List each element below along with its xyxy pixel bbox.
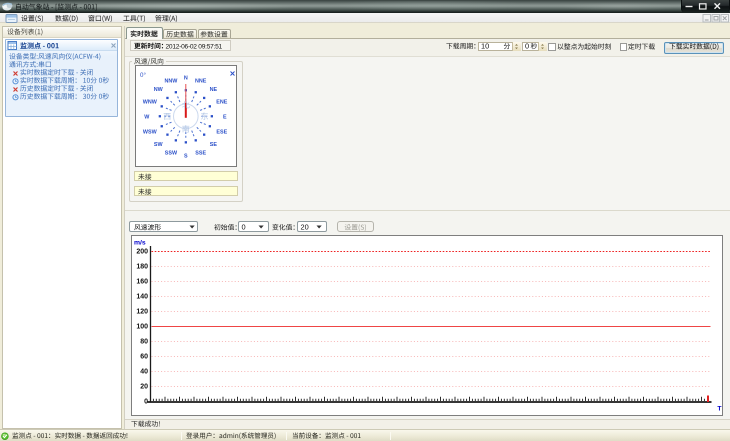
svg-text:120: 120 <box>136 308 148 315</box>
svg-text:ENE: ENE <box>216 100 227 106</box>
svg-text:T: T <box>717 406 722 413</box>
svg-text:m/s: m/s <box>134 240 146 247</box>
svg-text:180: 180 <box>136 263 148 270</box>
svg-text:2012-06-02 09:57:51: 2012-06-02 09:57:51 <box>166 43 223 50</box>
svg-text:WNW: WNW <box>143 100 158 106</box>
svg-text:SW: SW <box>154 142 164 148</box>
svg-text:20: 20 <box>140 383 148 390</box>
svg-text:SSE: SSE <box>195 151 206 157</box>
svg-text:160: 160 <box>136 278 148 285</box>
svg-text:N: N <box>184 76 188 82</box>
svg-text:140: 140 <box>136 293 148 300</box>
svg-text:40: 40 <box>140 368 148 375</box>
svg-text:0: 0 <box>242 223 246 232</box>
svg-text:W: W <box>144 115 150 121</box>
svg-text:E: E <box>223 115 227 121</box>
svg-text:WSW: WSW <box>143 129 158 135</box>
svg-text:100: 100 <box>136 323 148 330</box>
svg-text:0: 0 <box>525 42 529 51</box>
svg-text:NNW: NNW <box>164 79 178 85</box>
svg-text:S: S <box>184 154 188 160</box>
svg-text:80: 80 <box>140 338 148 345</box>
svg-text:20: 20 <box>301 223 309 232</box>
svg-text:NNE: NNE <box>195 79 207 85</box>
svg-text:10: 10 <box>481 42 489 51</box>
svg-text:200: 200 <box>136 248 148 255</box>
svg-text:0: 0 <box>144 398 148 405</box>
svg-text:60: 60 <box>140 353 148 360</box>
svg-text:NW: NW <box>154 87 164 93</box>
svg-text:ESE: ESE <box>216 129 227 135</box>
svg-text:SE: SE <box>210 142 218 148</box>
svg-text:SSW: SSW <box>165 151 178 157</box>
svg-text:0°: 0° <box>140 72 146 79</box>
svg-text:NE: NE <box>210 87 218 93</box>
